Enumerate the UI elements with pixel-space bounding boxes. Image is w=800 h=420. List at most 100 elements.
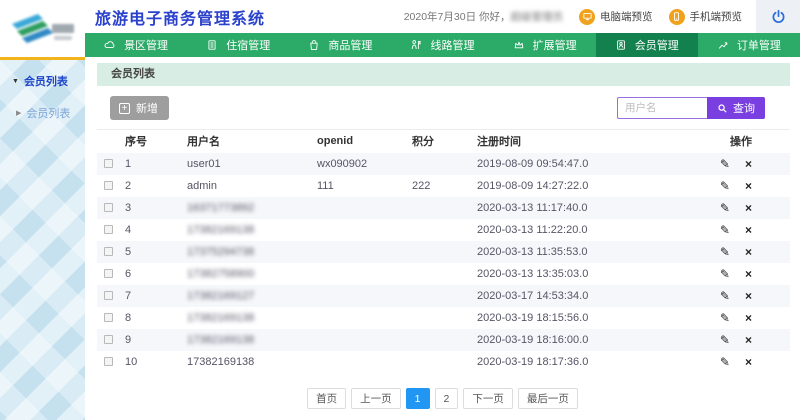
nav-menu: 景区管理住宿管理商品管理线路管理 扩展管理 会员管理 订单管理 [85,33,800,57]
caret-down-icon: ▼ [12,78,19,85]
delete-icon[interactable]: × [745,311,752,325]
delete-icon[interactable]: × [745,333,752,347]
cell-points [412,219,477,241]
main-content: 会员列表 + 新增 查询 序号 [85,57,800,420]
cell-points [412,153,477,175]
table-row: 2admin1112222019-08-09 14:27:22.0✎× [97,175,790,197]
nav-item-extension[interactable]: 扩展管理 [494,33,596,57]
col-operations: 操作 [657,130,790,153]
edit-icon[interactable]: ✎ [720,333,730,347]
edit-icon[interactable]: ✎ [720,179,730,193]
delete-icon[interactable]: × [745,223,752,237]
row-checkbox[interactable] [104,225,113,234]
monitor-icon [579,9,595,25]
cell-points [412,329,477,351]
page-button-2[interactable]: 2 [435,388,459,409]
nav-item-route[interactable]: 线路管理 [391,33,493,57]
col-openid: openid [317,130,412,153]
page-button-首页[interactable]: 首页 [307,388,346,409]
edit-icon[interactable]: ✎ [720,245,730,259]
plus-icon: + [119,103,130,114]
add-button[interactable]: + 新增 [110,96,169,120]
table-row: 8173821691382020-03-19 18:15:56.0✎× [97,307,790,329]
cell-username: 16371773892 [187,197,317,219]
cell-openid [317,241,412,263]
cell-time: 2020-03-13 13:35:03.0 [477,263,657,285]
cell-no: 5 [125,241,187,263]
route-icon [410,39,422,51]
cell-openid: 111 [317,175,412,197]
col-points: 积分 [412,130,477,153]
hotel-icon [206,39,218,51]
table-row: 6173827589002020-03-13 13:35:03.0✎× [97,263,790,285]
row-checkbox[interactable] [104,357,113,366]
page-button-上一页[interactable]: 上一页 [351,388,401,409]
col-time: 注册时间 [477,130,657,153]
scenic-icon [104,39,116,51]
edit-icon[interactable]: ✎ [720,223,730,237]
row-checkbox[interactable] [104,335,113,344]
nav-item-label: 扩展管理 [533,37,577,53]
pc-preview-button[interactable]: 电脑端预览 [579,9,653,25]
cell-username: 17382169127 [187,285,317,307]
row-checkbox[interactable] [104,181,113,190]
row-checkbox[interactable] [104,159,113,168]
search-input[interactable] [617,97,707,119]
nav-item-scenic[interactable]: 景区管理 [85,33,187,57]
cell-time: 2020-03-19 18:17:36.0 [477,351,657,373]
delete-icon[interactable]: × [745,355,752,369]
cell-openid [317,285,412,307]
page-button-最后一页[interactable]: 最后一页 [518,388,578,409]
cell-points [412,197,477,219]
edit-icon[interactable]: ✎ [720,355,730,369]
delete-icon[interactable]: × [745,245,752,259]
page-button-1[interactable]: 1 [406,388,430,409]
cell-time: 2020-03-19 18:16:00.0 [477,329,657,351]
cell-username: user01 [187,153,317,175]
member-icon [615,39,627,51]
delete-icon[interactable]: × [745,267,752,281]
row-checkbox[interactable] [104,269,113,278]
page-button-下一页[interactable]: 下一页 [463,388,513,409]
nav-item-member[interactable]: 会员管理 [596,33,698,57]
toolbar: + 新增 查询 [110,96,765,120]
delete-icon[interactable]: × [745,179,752,193]
sidebar-subitem-member-list[interactable]: ▶ 会员列表 [0,95,85,127]
nav-item-label: 会员管理 [635,37,679,53]
cell-openid [317,351,412,373]
row-checkbox[interactable] [104,203,113,212]
sidebar-item-member-list[interactable]: ▼ 会员列表 [0,60,85,95]
search-button[interactable]: 查询 [707,97,765,119]
mobile-preview-button[interactable]: 手机端预览 [669,9,743,25]
cell-time: 2019-08-09 14:27:22.0 [477,175,657,197]
edit-icon[interactable]: ✎ [720,157,730,171]
cell-username: 17382169138 [187,219,317,241]
nav-item-hotel[interactable]: 住宿管理 [187,33,289,57]
nav-item-goods[interactable]: 商品管理 [289,33,391,57]
edit-icon[interactable]: ✎ [720,289,730,303]
edit-icon[interactable]: ✎ [720,201,730,215]
row-checkbox[interactable] [104,313,113,322]
search-icon [717,103,728,114]
cell-username: 17375294738 [187,241,317,263]
cell-username: 17382169138 [187,307,317,329]
edit-icon[interactable]: ✎ [720,267,730,281]
table-row: 4173821691382020-03-13 11:22:20.0✎× [97,219,790,241]
cell-openid [317,263,412,285]
power-icon [771,9,786,24]
delete-icon[interactable]: × [745,289,752,303]
nav-item-order[interactable]: 订单管理 [698,33,800,57]
delete-icon[interactable]: × [745,157,752,171]
logo-image [8,9,78,49]
logout-button[interactable] [756,0,800,33]
admin-name: 超级管理员 [511,11,564,23]
table-row: 1user01wx0909022019-08-09 09:54:47.0✎× [97,153,790,175]
delete-icon[interactable]: × [745,201,752,215]
row-checkbox[interactable] [104,291,113,300]
cell-username: 17382169138 [187,329,317,351]
cell-openid [317,329,412,351]
cell-no: 3 [125,197,187,219]
edit-icon[interactable]: ✎ [720,311,730,325]
table-row: 9173821691382020-03-19 18:16:00.0✎× [97,329,790,351]
row-checkbox[interactable] [104,247,113,256]
